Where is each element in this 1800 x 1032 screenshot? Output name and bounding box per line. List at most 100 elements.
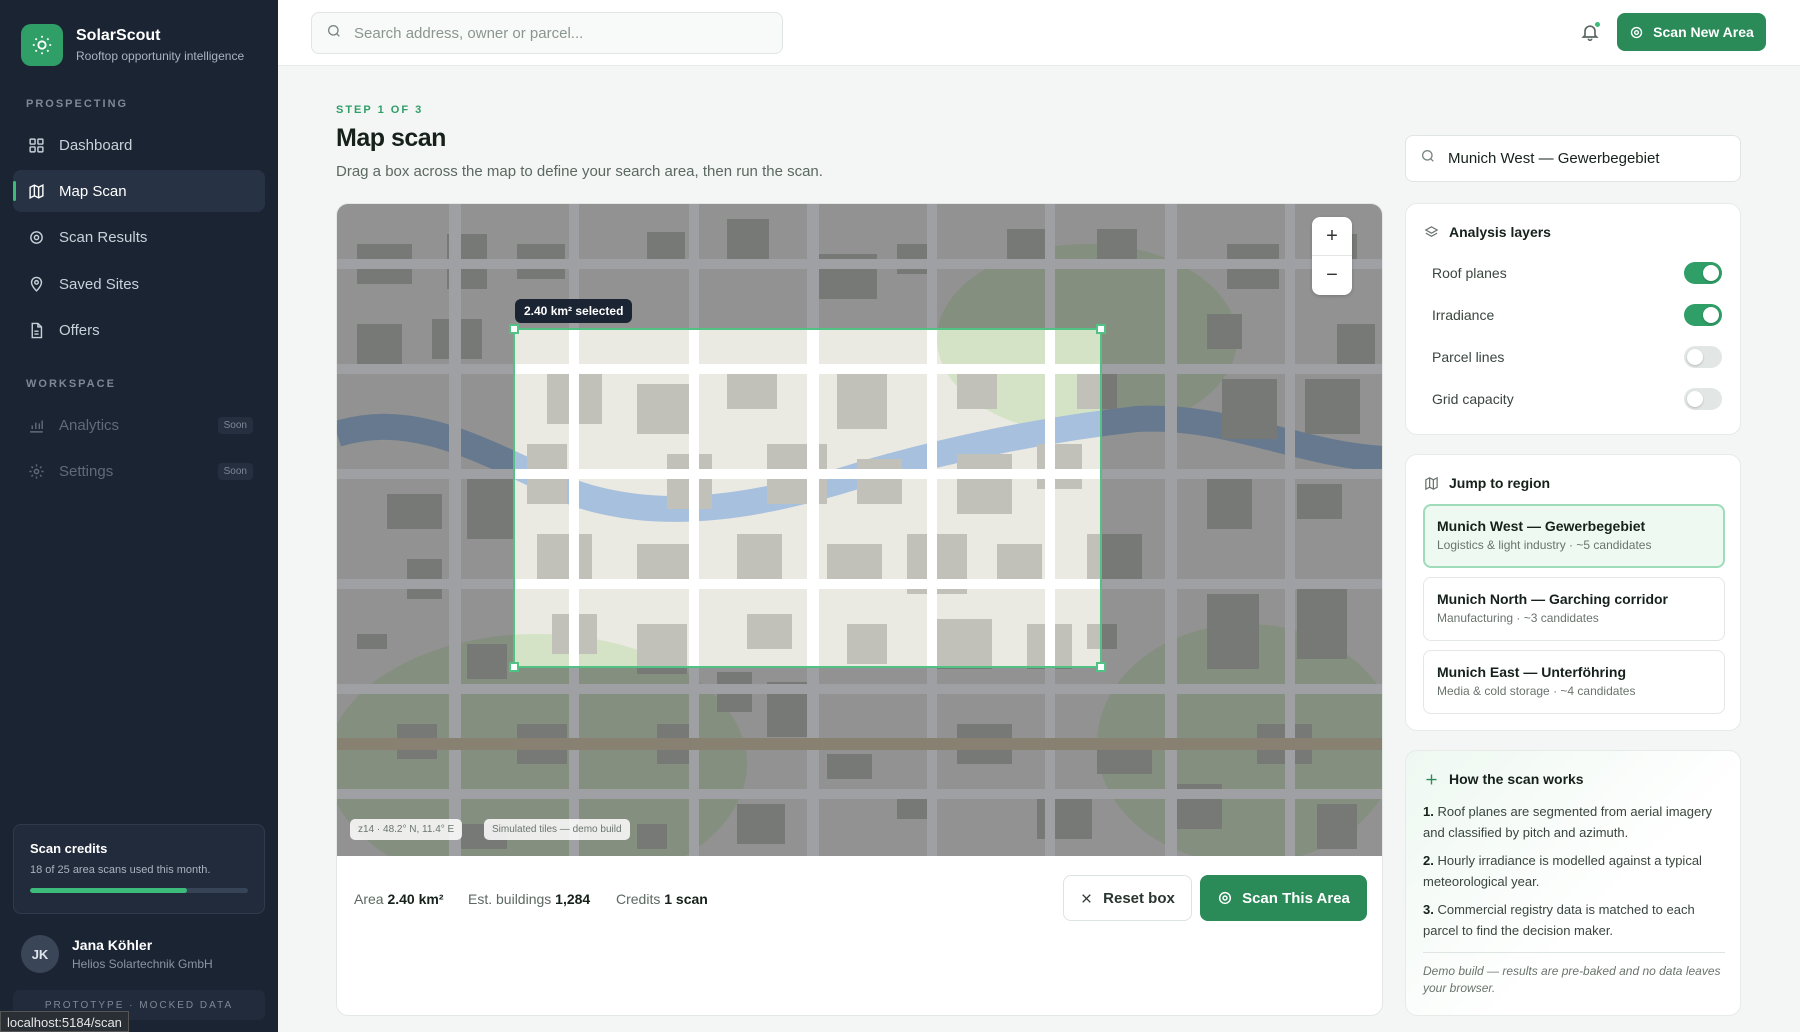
sidebar-item-offers[interactable]: Offers <box>13 309 265 351</box>
scan-new-area-button[interactable]: Scan New Area <box>1617 13 1766 51</box>
region-name: Munich West — Gewerbegebiet <box>1437 518 1646 534</box>
region-subtitle: Media & cold storage · ~4 candidates <box>1437 684 1636 698</box>
region-name: Munich North — Garching corridor <box>1437 591 1669 607</box>
plus-icon <box>1424 772 1439 787</box>
map-tiles-chip: Simulated tiles — demo build <box>484 819 630 840</box>
step-number: 2. <box>1423 853 1434 868</box>
region-item-munich-west[interactable]: Munich West — Gewerbegebiet Logistics & … <box>1423 504 1725 568</box>
sidebar-item-label: Settings <box>59 462 114 480</box>
roof-planes-toggle[interactable] <box>1684 262 1722 284</box>
map-card: 2.40 km² selected + − z14 · 48.2° N, 11.… <box>336 203 1383 1016</box>
panel-title-text: Jump to region <box>1449 475 1551 491</box>
sidebar-item-scan-results[interactable]: Scan Results <box>13 216 265 258</box>
map-footer: Area 2.40 km² Est. buildings 1,284 Credi… <box>337 856 1382 940</box>
sidebar-item-label: Saved Sites <box>59 275 140 293</box>
brand-tagline: Rooftop opportunity intelligence <box>76 49 245 63</box>
region-subtitle: Logistics & light industry · ~5 candidat… <box>1437 538 1652 552</box>
target-icon <box>1217 890 1233 906</box>
avatar: JK <box>21 935 59 973</box>
credits-label: Credits <box>616 891 661 907</box>
grid-capacity-toggle[interactable] <box>1684 388 1722 410</box>
map-icon <box>27 182 45 200</box>
dashboard-icon <box>27 136 45 154</box>
target-icon <box>27 228 45 246</box>
sidebar-item-label: Map Scan <box>59 182 127 200</box>
user-profile[interactable]: JK Jana Köhler Helios Solartechnik GmbH <box>21 935 213 973</box>
sidebar-item-dashboard[interactable]: Dashboard <box>13 124 265 166</box>
irradiance-toggle[interactable] <box>1684 304 1722 326</box>
nav-section-workspace: WORKSPACE <box>26 378 116 390</box>
zoom-out-button[interactable]: − <box>1312 256 1352 295</box>
scan-this-area-button[interactable]: Scan This Area <box>1200 875 1367 921</box>
jump-to-region-panel: Jump to region Munich West — Gewerbegebi… <box>1405 454 1741 731</box>
region-search[interactable] <box>1405 135 1741 182</box>
close-icon <box>1080 892 1093 905</box>
region-subtitle: Manufacturing · ~3 candidates <box>1437 611 1599 625</box>
layer-label: Grid capacity <box>1432 391 1514 407</box>
step-text: Roof planes are segmented from aerial im… <box>1423 804 1713 840</box>
url-tooltip: localhost:5184/scan <box>0 1011 129 1032</box>
credits-progress-fill <box>30 888 187 893</box>
target-icon <box>1629 25 1644 40</box>
sidebar-item-label: Offers <box>59 321 100 339</box>
notification-dot <box>1594 21 1601 28</box>
sidebar-item-map-scan[interactable]: Map Scan <box>13 170 265 212</box>
layer-parcel-lines: Parcel lines <box>1432 346 1722 368</box>
search-input[interactable] <box>354 24 754 42</box>
region-search-input[interactable] <box>1448 150 1728 167</box>
user-org: Helios Solartechnik GmbH <box>72 957 213 971</box>
zoom-in-button[interactable]: + <box>1312 217 1352 256</box>
selection-area-label: 2.40 km² selected <box>515 299 633 323</box>
sidebar-item-label: Dashboard <box>59 136 133 154</box>
step-number: 3. <box>1423 902 1434 917</box>
button-label: Scan This Area <box>1242 889 1350 907</box>
soon-badge: Soon <box>217 462 253 480</box>
how-step: 1. Roof planes are segmented from aerial… <box>1423 801 1729 843</box>
brand[interactable]: SolarScout Rooftop opportunity intellige… <box>21 24 244 66</box>
how-scan-works-panel: How the scan works 1. Roof planes are se… <box>1405 750 1741 1016</box>
button-label: Scan New Area <box>1653 24 1754 40</box>
layer-label: Roof planes <box>1432 265 1507 281</box>
sidebar-item-label: Analytics <box>59 416 120 434</box>
parcel-lines-toggle[interactable] <box>1684 346 1722 368</box>
panel-title-text: Analysis layers <box>1449 224 1551 240</box>
topbar: Scan New Area <box>278 0 1800 66</box>
gear-icon <box>27 462 45 480</box>
credits-subtitle: 18 of 25 area scans used this month. <box>30 864 211 876</box>
layer-irradiance: Irradiance <box>1432 304 1722 326</box>
document-icon <box>27 321 45 339</box>
panel-title-text: How the scan works <box>1449 771 1584 787</box>
analysis-layers-panel: Analysis layers Roof planes Irradiance P… <box>1405 203 1741 435</box>
sidebar-item-label: Scan Results <box>59 228 148 246</box>
buildings-stat: Est. buildings 1,284 <box>468 891 590 907</box>
how-step: 2. Hourly irradiance is modelled against… <box>1423 850 1729 892</box>
scan-map[interactable] <box>337 204 1383 856</box>
layers-icon <box>1424 225 1439 240</box>
global-search[interactable] <box>311 12 783 54</box>
region-name: Munich East — Unterföhring <box>1437 664 1626 680</box>
divider <box>1423 952 1725 953</box>
region-item-munich-north[interactable]: Munich North — Garching corridor Manufac… <box>1423 577 1725 641</box>
region-item-munich-east[interactable]: Munich East — Unterföhring Media & cold … <box>1423 650 1725 714</box>
step-number: 1. <box>1423 804 1434 819</box>
how-scan-works-title: How the scan works <box>1424 771 1584 787</box>
demo-note: Demo build — results are pre-baked and n… <box>1423 964 1721 995</box>
sun-icon <box>21 24 63 66</box>
buildings-value: 1,284 <box>555 891 591 907</box>
jump-to-region-title: Jump to region <box>1424 475 1550 491</box>
step-text: Hourly irradiance is modelled against a … <box>1423 853 1702 889</box>
sidebar-item-analytics: Analytics Soon <box>13 404 265 446</box>
sidebar-item-saved-sites[interactable]: Saved Sites <box>13 263 265 305</box>
map-coordinates-chip: z14 · 48.2° N, 11.4° E <box>350 819 463 840</box>
analysis-layers-title: Analysis layers <box>1424 224 1551 240</box>
credits-value: 1 scan <box>664 891 708 907</box>
reset-box-button[interactable]: Reset box <box>1063 875 1192 921</box>
step-indicator: STEP 1 OF 3 <box>336 104 424 116</box>
layer-label: Parcel lines <box>1432 349 1505 365</box>
search-icon <box>326 23 342 44</box>
user-name: Jana Köhler <box>72 937 153 953</box>
credits-progress-bar <box>30 888 248 893</box>
chart-icon <box>27 416 45 434</box>
area-stat: Area 2.40 km² <box>354 891 444 907</box>
notifications-button[interactable] <box>1578 20 1602 44</box>
